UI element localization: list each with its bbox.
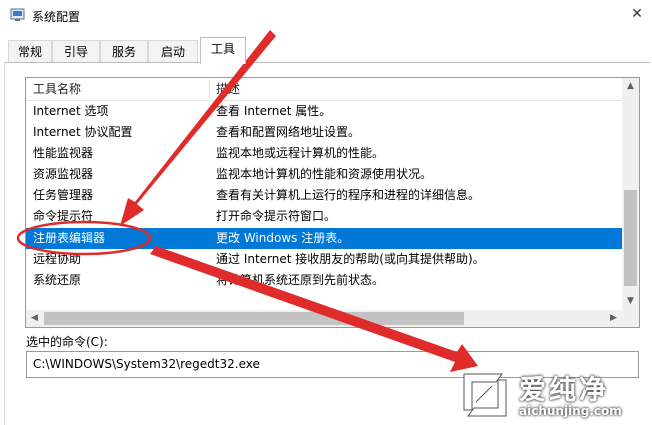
tab-boot[interactable]: 引导 [52, 40, 100, 62]
list-item[interactable]: 资源监视器 监视本地计算机的性能和资源使用状况。 [26, 164, 622, 185]
tool-description: 打开命令提示符窗口。 [216, 209, 337, 223]
tool-name: 注册表编辑器 [33, 231, 106, 245]
window-title: 系统配置 [32, 10, 81, 24]
tool-description: 查看 Internet 属性。 [216, 104, 332, 118]
tools-list[interactable]: 工具名称 描述 Internet 选项 查看 Internet 属性。 Inte… [25, 77, 640, 328]
aichunjing-logo-icon [463, 373, 507, 417]
tool-description: 更改 Windows 注册表。 [216, 231, 350, 245]
scroll-left-icon[interactable]: ◀ [26, 310, 43, 327]
list-header: 工具名称 描述 [26, 78, 622, 101]
tab-general[interactable]: 常规 [8, 40, 52, 62]
tab-tools[interactable]: 工具 [200, 37, 246, 64]
list-item[interactable]: 任务管理器 查看有关计算机上运行的程序和进程的详细信息。 [26, 185, 622, 206]
scroll-up-icon[interactable]: ▲ [622, 78, 639, 95]
list-item[interactable]: 性能监视器 监视本地或远程计算机的性能。 [26, 143, 622, 164]
column-divider[interactable] [209, 80, 210, 98]
column-header-description[interactable]: 描述 [216, 78, 240, 100]
tool-name: 任务管理器 [33, 188, 94, 202]
tool-description: 查看和配置网络地址设置。 [216, 125, 361, 139]
tool-description: 监视本地或远程计算机的性能。 [216, 146, 385, 160]
vertical-scroll-thumb[interactable] [624, 190, 637, 286]
watermark: 爱纯净 aichunjing.com [455, 362, 650, 422]
tool-name: 系统还原 [33, 273, 82, 287]
close-button[interactable]: ✕ [626, 4, 648, 24]
scrollbar-corner [622, 310, 639, 327]
list-item[interactable]: Internet 协议配置 查看和配置网络地址设置。 [26, 122, 622, 143]
vertical-scrollbar[interactable]: ▲ ▼ [622, 78, 639, 310]
tool-name: Internet 选项 [33, 104, 109, 118]
list-item[interactable]: Internet 选项 查看 Internet 属性。 [26, 101, 622, 122]
selected-command-label: 选中的命令(C): [26, 335, 108, 349]
tool-name: 远程协助 [33, 252, 82, 266]
list-item-selected[interactable]: 注册表编辑器 更改 Windows 注册表。 [26, 228, 622, 249]
column-header-tool-name[interactable]: 工具名称 [33, 78, 81, 100]
watermark-url: aichunjing.com [519, 404, 622, 418]
horizontal-scrollbar[interactable]: ◀ ▶ [26, 310, 622, 327]
horizontal-scroll-thumb[interactable] [44, 312, 464, 325]
tool-name: 资源监视器 [33, 167, 94, 181]
list-item[interactable]: 远程协助 通过 Internet 接收朋友的帮助(或向其提供帮助)。 [26, 249, 622, 270]
tab-bar: 常规 引导 服务 启动 工具 [0, 37, 652, 64]
tool-description: 将计算机系统还原到先前状态。 [216, 273, 385, 287]
tab-startup[interactable]: 启动 [148, 40, 198, 62]
scroll-down-icon[interactable]: ▼ [622, 293, 639, 310]
tool-name: 命令提示符 [33, 209, 94, 223]
tool-name: 性能监视器 [33, 146, 94, 160]
tool-name: Internet 协议配置 [33, 125, 133, 139]
tool-description: 通过 Internet 接收朋友的帮助(或向其提供帮助)。 [216, 252, 485, 266]
tab-services[interactable]: 服务 [100, 40, 148, 62]
system-config-icon [10, 8, 25, 21]
watermark-brand-cn: 爱纯净 [519, 375, 609, 406]
list-item[interactable]: 系统还原 将计算机系统还原到先前状态。 [26, 270, 622, 291]
title-bar: 系统配置 ✕ [0, 0, 652, 30]
tool-description: 查看有关计算机上运行的程序和进程的详细信息。 [216, 188, 481, 202]
list-item[interactable]: 命令提示符 打开命令提示符窗口。 [26, 206, 622, 227]
tool-description: 监视本地计算机的性能和资源使用状况。 [216, 167, 433, 181]
scroll-right-icon[interactable]: ▶ [605, 310, 622, 327]
